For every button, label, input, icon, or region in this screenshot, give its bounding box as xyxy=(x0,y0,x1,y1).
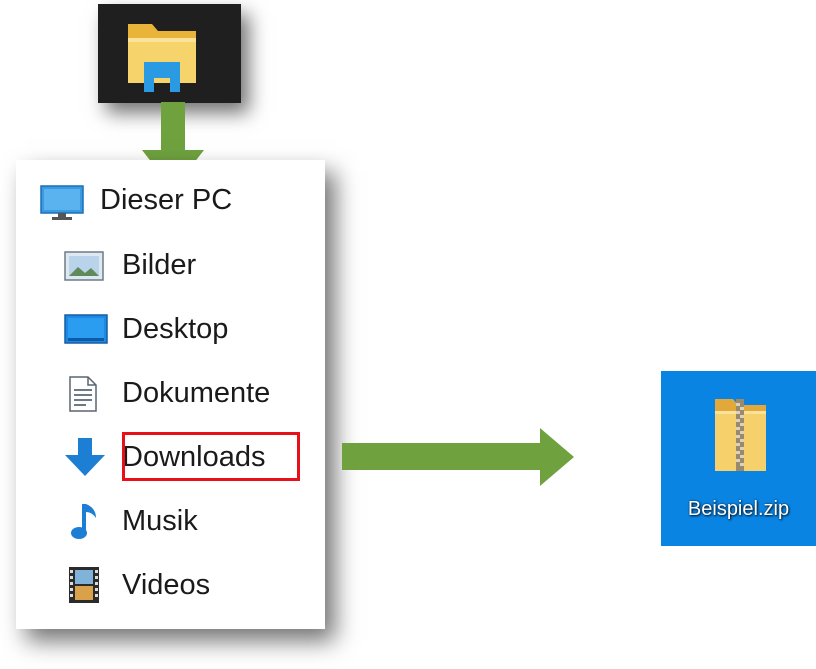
nav-item-label: Dieser PC xyxy=(100,183,233,216)
nav-item-label: Dokumente xyxy=(122,376,271,409)
film-strip-icon xyxy=(69,567,99,603)
file-explorer-taskbar-button[interactable] xyxy=(98,4,241,103)
navigation-pane: Dieser PC Bilder Desktop Dokumente Downl… xyxy=(16,160,325,629)
nav-item-label: Desktop xyxy=(122,312,229,345)
nav-item-label: Videos xyxy=(122,568,211,601)
nav-item-musik[interactable]: Musik xyxy=(16,496,325,546)
nav-item-videos[interactable]: Videos xyxy=(16,560,325,610)
nav-item-dieser-pc[interactable]: Dieser PC xyxy=(16,175,325,225)
file-explorer-icon xyxy=(128,24,196,92)
monitor-icon xyxy=(40,185,84,220)
downloads-highlight-box xyxy=(122,432,300,481)
music-note-icon xyxy=(71,504,96,539)
desktop-file-beispiel-zip[interactable]: Beispiel.zip xyxy=(661,371,816,546)
download-arrow-icon xyxy=(65,438,105,476)
file-name-label: Beispiel.zip xyxy=(687,498,790,520)
nav-item-desktop[interactable]: Desktop xyxy=(16,304,325,354)
pictures-icon xyxy=(64,251,104,281)
zip-folder-icon xyxy=(715,399,766,471)
nav-item-label: Bilder xyxy=(122,248,197,281)
desktop-icon xyxy=(64,314,108,344)
nav-item-bilder[interactable]: Bilder xyxy=(16,240,325,290)
right-arrow xyxy=(342,428,574,486)
nav-item-label: Musik xyxy=(122,504,198,537)
documents-icon xyxy=(69,376,97,412)
nav-item-dokumente[interactable]: Dokumente xyxy=(16,368,325,418)
